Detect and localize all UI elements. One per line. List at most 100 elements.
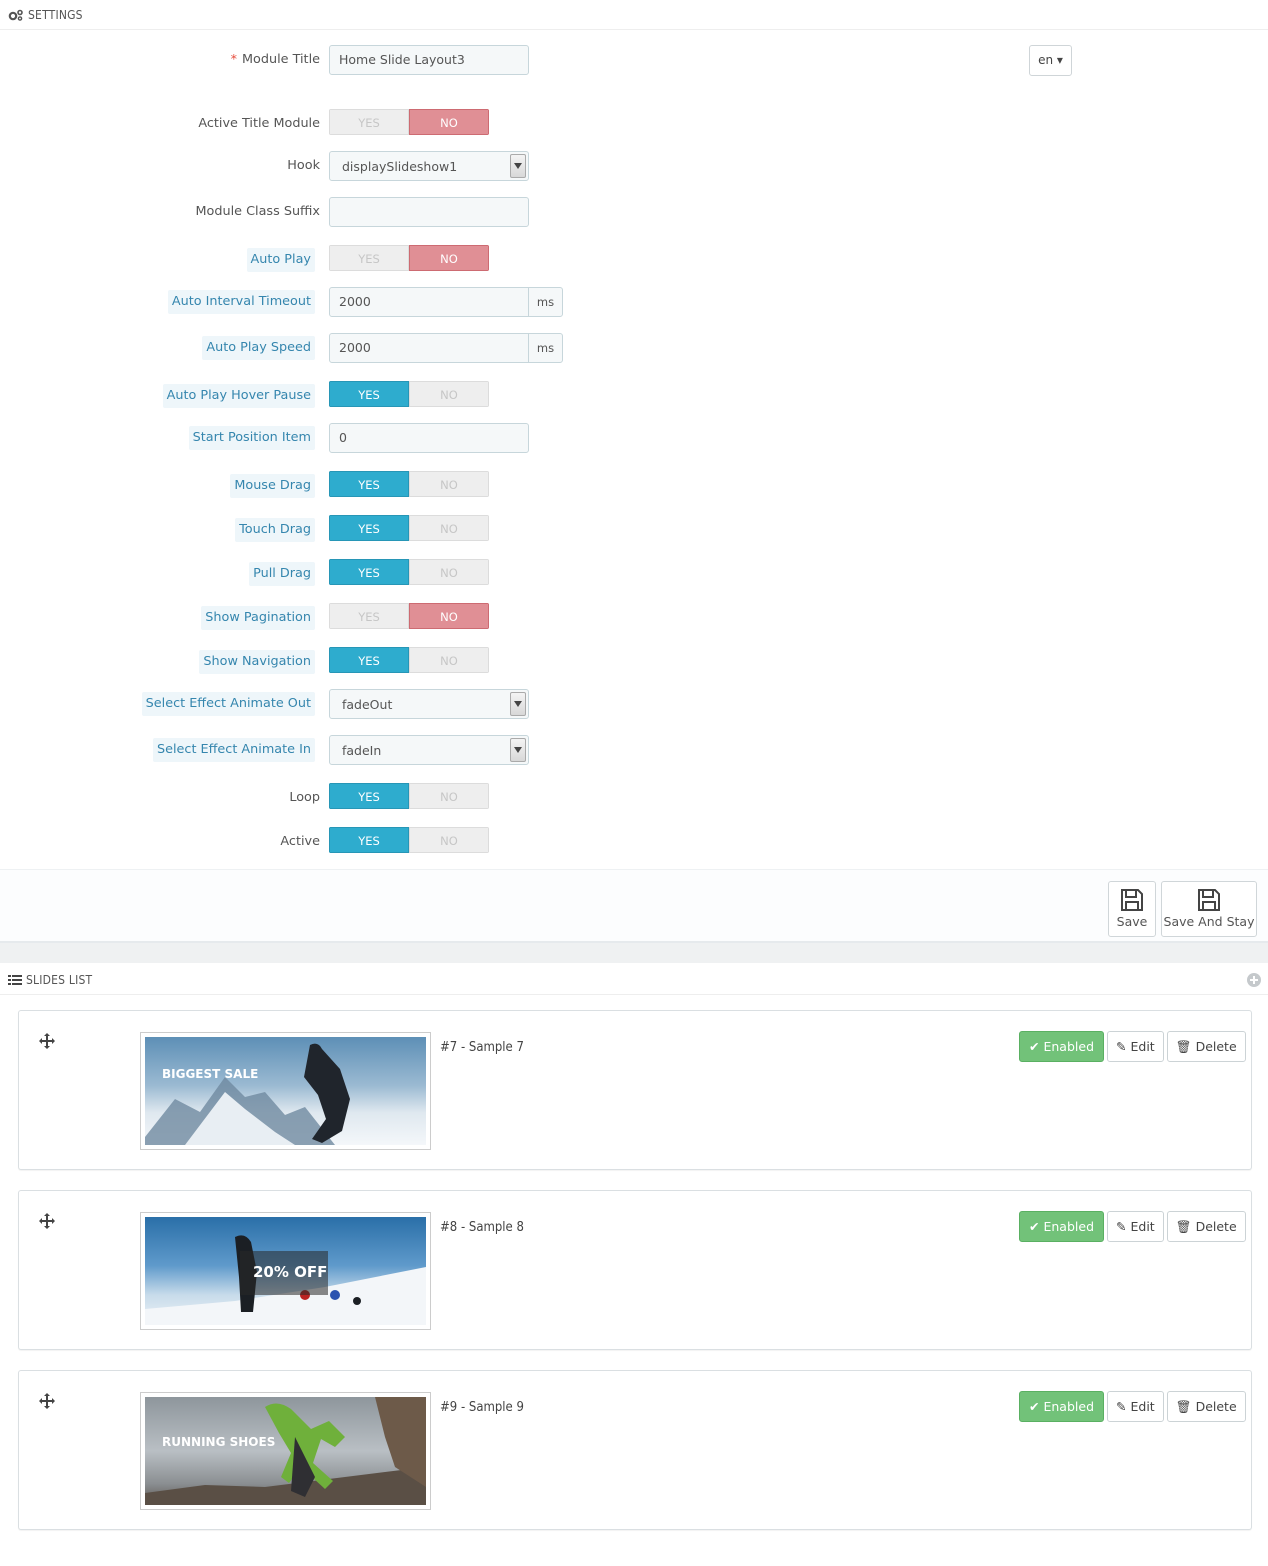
active-title-switch[interactable]: YES NO: [329, 109, 489, 135]
pagination-no[interactable]: NO: [409, 603, 489, 629]
slide-thumbnail: BIGGEST SALE: [140, 1032, 431, 1150]
mouse-drag-no[interactable]: NO: [409, 471, 489, 497]
delete-button[interactable]: 🗑 Delete: [1166, 1031, 1246, 1062]
navigation-label: Show Navigation: [199, 650, 315, 674]
mouse-drag-label: Mouse Drag: [230, 474, 315, 498]
settings-footer: Save Save And Stay: [0, 869, 1268, 943]
edit-button[interactable]: ✎ Edit: [1107, 1031, 1164, 1062]
hook-label: Hook: [287, 158, 320, 173]
edit-button[interactable]: ✎ Edit: [1107, 1211, 1164, 1242]
check-icon: ✔: [1029, 1039, 1040, 1054]
hook-select[interactable]: displaySlideshow1: [329, 151, 529, 181]
save-and-stay-button[interactable]: Save And Stay: [1161, 881, 1257, 937]
save-button[interactable]: Save: [1108, 881, 1156, 937]
edit-icon: ✎: [1116, 1039, 1127, 1054]
slide-thumbnail: 20% OFF: [140, 1212, 431, 1330]
mouse-drag-switch[interactable]: YES NO: [329, 471, 489, 497]
row-hook: Hook displaySlideshow1: [0, 151, 1268, 181]
touch-drag-yes[interactable]: YES: [329, 515, 409, 541]
loop-yes[interactable]: YES: [329, 783, 409, 809]
touch-drag-label: Touch Drag: [235, 518, 315, 542]
move-icon[interactable]: [39, 1213, 55, 1229]
row-active-title: Active Title Module YES NO: [0, 109, 1268, 139]
edit-button[interactable]: ✎ Edit: [1107, 1391, 1164, 1422]
active-switch[interactable]: YES NO: [329, 827, 489, 853]
active-yes[interactable]: YES: [329, 827, 409, 853]
loop-no[interactable]: NO: [409, 783, 489, 809]
check-icon: ✔: [1029, 1399, 1040, 1414]
row-mouse-drag: Mouse Drag YES NO: [0, 471, 1268, 501]
enabled-button[interactable]: ✔ Enabled: [1019, 1211, 1104, 1242]
navigation-yes[interactable]: YES: [329, 647, 409, 673]
auto-play-switch[interactable]: YES NO: [329, 245, 489, 271]
delete-button[interactable]: 🗑 Delete: [1166, 1391, 1246, 1422]
module-title-input[interactable]: Home Slide Layout3: [329, 45, 529, 75]
pull-drag-label: Pull Drag: [249, 562, 315, 586]
edit-icon: ✎: [1116, 1399, 1127, 1414]
row-auto-interval: Auto Interval Timeout 2000 ms: [0, 287, 1268, 317]
save-icon: [1121, 889, 1143, 911]
active-label: Active: [280, 834, 320, 849]
delete-button[interactable]: 🗑 Delete: [1166, 1211, 1246, 1242]
animate-out-select[interactable]: fadeOut: [329, 689, 529, 719]
row-animate-out: Select Effect Animate Out fadeOut: [0, 689, 1268, 719]
caret-down-icon: ▾: [1056, 53, 1063, 67]
navigation-switch[interactable]: YES NO: [329, 647, 489, 673]
chevron-down-icon: [510, 692, 526, 716]
add-circle-icon[interactable]: [1247, 973, 1261, 987]
mouse-drag-yes[interactable]: YES: [329, 471, 409, 497]
auto-speed-unit: ms: [528, 333, 563, 363]
enabled-button[interactable]: ✔ Enabled: [1019, 1391, 1104, 1422]
active-title-label: Active Title Module: [198, 116, 320, 131]
slide-image-caption: 20% OFF: [253, 1263, 328, 1281]
loop-label: Loop: [289, 790, 320, 805]
settings-panel-header: SETTINGS: [0, 0, 1268, 30]
row-auto-play: Auto Play YES NO: [0, 245, 1268, 275]
animate-in-select[interactable]: fadeIn: [329, 735, 529, 765]
check-icon: ✔: [1029, 1219, 1040, 1234]
chevron-down-icon: [510, 154, 526, 178]
pull-drag-yes[interactable]: YES: [329, 559, 409, 585]
active-title-yes[interactable]: YES: [329, 109, 409, 135]
hover-pause-no[interactable]: NO: [409, 381, 489, 407]
auto-speed-input[interactable]: 2000: [329, 333, 529, 363]
auto-interval-input[interactable]: 2000: [329, 287, 529, 317]
pull-drag-switch[interactable]: YES NO: [329, 559, 489, 585]
navigation-no[interactable]: NO: [409, 647, 489, 673]
panel-separator: [0, 943, 1268, 963]
settings-title: SETTINGS: [28, 7, 83, 22]
row-touch-drag: Touch Drag YES NO: [0, 515, 1268, 545]
touch-drag-switch[interactable]: YES NO: [329, 515, 489, 541]
cogs-icon: [8, 9, 23, 21]
start-position-input[interactable]: 0: [329, 423, 529, 453]
row-loop: Loop YES NO: [0, 783, 1268, 813]
touch-drag-no[interactable]: NO: [409, 515, 489, 541]
slides-panel-header: SLIDES LIST: [0, 965, 1268, 995]
move-icon[interactable]: [39, 1033, 55, 1049]
slide-thumbnail: RUNNING SHOES: [140, 1392, 431, 1510]
pagination-yes[interactable]: YES: [329, 603, 409, 629]
trash-icon: 🗑: [1175, 1039, 1192, 1054]
active-no[interactable]: NO: [409, 827, 489, 853]
pagination-label: Show Pagination: [201, 606, 315, 630]
row-navigation: Show Navigation YES NO: [0, 647, 1268, 677]
auto-play-no[interactable]: NO: [409, 245, 489, 271]
save-icon: [1198, 889, 1220, 911]
hover-pause-switch[interactable]: YES NO: [329, 381, 489, 407]
active-title-no[interactable]: NO: [409, 109, 489, 135]
pagination-switch[interactable]: YES NO: [329, 603, 489, 629]
loop-switch[interactable]: YES NO: [329, 783, 489, 809]
slide-title: #9 - Sample 9: [440, 1400, 524, 1415]
enabled-button[interactable]: ✔ Enabled: [1019, 1031, 1104, 1062]
hover-pause-yes[interactable]: YES: [329, 381, 409, 407]
class-suffix-input[interactable]: [329, 197, 529, 227]
language-dropdown[interactable]: en ▾: [1029, 45, 1072, 76]
pull-drag-no[interactable]: NO: [409, 559, 489, 585]
auto-play-yes[interactable]: YES: [329, 245, 409, 271]
slide-image: 20% OFF: [145, 1217, 426, 1325]
slide-image: BIGGEST SALE: [145, 1037, 426, 1145]
auto-interval-label: Auto Interval Timeout: [167, 290, 315, 314]
row-pull-drag: Pull Drag YES NO: [0, 559, 1268, 589]
list-icon: [8, 974, 22, 985]
move-icon[interactable]: [39, 1393, 55, 1409]
